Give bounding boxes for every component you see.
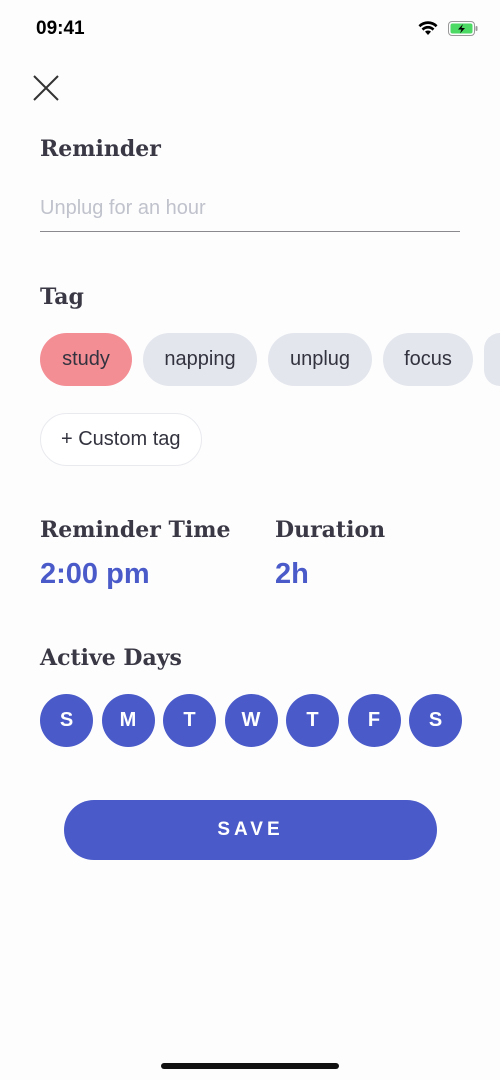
duration-label: Duration [275,517,386,543]
close-icon[interactable] [32,74,60,102]
active-days-label: Active Days [40,645,182,671]
wifi-icon [418,21,438,35]
reminder-time-value[interactable]: 2:00 pm [40,558,150,591]
status-time: 09:41 [36,18,85,39]
tag-focus[interactable]: focus [383,333,473,386]
day-wednesday[interactable]: W [224,694,278,747]
tag-list: study napping unplug focus [40,333,500,386]
save-button[interactable]: SAVE [64,800,437,860]
tag-unplug[interactable]: unplug [268,333,372,386]
day-sunday[interactable]: S [40,694,93,747]
reminder-input[interactable] [40,186,460,232]
day-monday[interactable]: M [101,694,155,747]
active-days: S M T W T F S [40,694,462,747]
custom-tag-button[interactable]: + Custom tag [40,413,202,466]
day-tuesday[interactable]: T [163,694,216,747]
reminder-time-label: Reminder Time [40,517,231,543]
tag-study[interactable]: study [40,333,132,386]
tag-label: Tag [40,284,84,310]
tag-napping[interactable]: napping [143,333,257,386]
reminder-label: Reminder [40,136,161,162]
day-thursday[interactable]: T [286,694,339,747]
day-friday[interactable]: F [347,694,401,747]
status-icons [418,21,478,36]
tag-partial[interactable] [484,333,500,386]
day-saturday[interactable]: S [409,694,462,747]
duration-value[interactable]: 2h [275,558,309,591]
battery-charging-icon [448,21,478,36]
home-indicator[interactable] [161,1063,339,1069]
